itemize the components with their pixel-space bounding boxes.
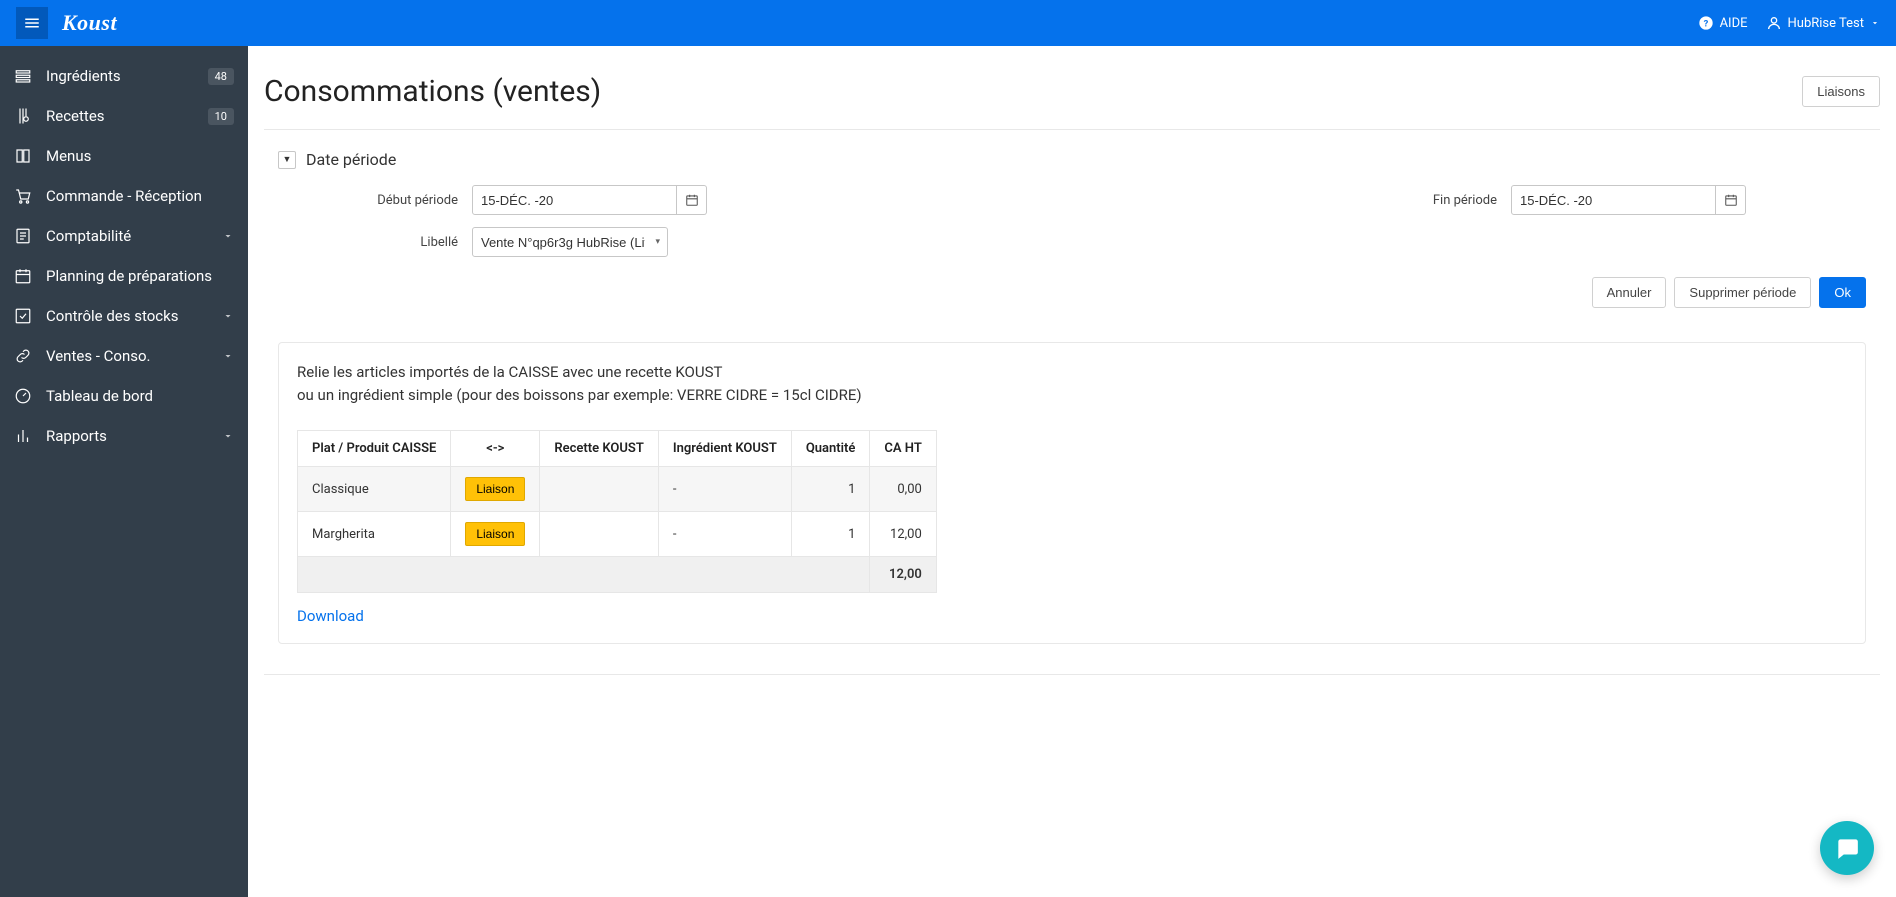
page-title: Consommations (ventes) [264, 74, 601, 109]
sidebar-item-label: Rapports [46, 427, 208, 445]
sidebar-item-comptabilite[interactable]: Comptabilité [0, 216, 248, 256]
fin-label: Fin période [1377, 193, 1497, 208]
cell-recette [540, 512, 658, 557]
logo: Koust [62, 10, 117, 36]
cell-plat: Classique [298, 467, 451, 512]
col-header-ca: CA HT [870, 431, 936, 467]
user-icon [1766, 15, 1782, 31]
libelle-label: Libellé [338, 235, 458, 250]
chat-fab[interactable] [1820, 821, 1874, 875]
sidebar-item-label: Recettes [46, 107, 194, 125]
debut-label: Début période [338, 193, 458, 208]
chevron-down-icon [222, 430, 234, 442]
cell-quantite: 1 [791, 512, 870, 557]
ok-button[interactable]: Ok [1819, 277, 1866, 308]
check-box-icon [14, 307, 32, 325]
user-menu[interactable]: HubRise Test [1766, 15, 1880, 31]
filter-section: ▼ Date période Début période [264, 150, 1880, 328]
fin-calendar-button[interactable] [1716, 185, 1746, 215]
sidebar-item-planning[interactable]: Planning de préparations [0, 256, 248, 296]
gauge-icon [14, 387, 32, 405]
libelle-select[interactable] [472, 227, 668, 257]
main-content: Consommations (ventes) Liaisons ▼ Date p… [248, 46, 1896, 897]
cart-icon [14, 187, 32, 205]
sidebar-item-ingredients[interactable]: Ingrédients 48 [0, 56, 248, 96]
reports-icon [14, 427, 32, 445]
calendar-icon [14, 267, 32, 285]
sidebar: Ingrédients 48 Recettes 10 Menus Command… [0, 46, 248, 897]
calendar-icon [685, 193, 699, 207]
sidebar-item-ventes[interactable]: Ventes - Conso. [0, 336, 248, 376]
content-card: Relie les articles importés de la CAISSE… [278, 342, 1866, 644]
liaison-button[interactable]: Liaison [465, 522, 525, 546]
filter-title: Date période [306, 150, 396, 169]
sidebar-item-label: Ingrédients [46, 67, 194, 85]
cell-recette [540, 467, 658, 512]
chevron-down-icon [1870, 18, 1880, 28]
cell-quantite: 1 [791, 467, 870, 512]
chevron-down-icon [222, 310, 234, 322]
cell-ingredient: - [658, 467, 791, 512]
link-icon [14, 347, 32, 365]
menus-icon [14, 147, 32, 165]
divider [264, 674, 1880, 675]
sidebar-item-label: Ventes - Conso. [46, 347, 208, 365]
intro-line-2: ou un ingrédient simple (pour des boisso… [297, 384, 1847, 407]
table-row: Margherita Liaison - 1 12,00 [298, 512, 937, 557]
col-header-quantite: Quantité [791, 431, 870, 467]
sidebar-item-label: Planning de préparations [46, 267, 234, 285]
col-header-plat: Plat / Produit CAISSE [298, 431, 451, 467]
cancel-button[interactable]: Annuler [1592, 277, 1667, 308]
col-header-recette: Recette KOUST [540, 431, 658, 467]
debut-calendar-button[interactable] [677, 185, 707, 215]
download-link[interactable]: Download [297, 607, 364, 625]
sidebar-item-dashboard[interactable]: Tableau de bord [0, 376, 248, 416]
sidebar-item-stocks[interactable]: Contrôle des stocks [0, 296, 248, 336]
debut-input[interactable] [472, 185, 677, 215]
sidebar-item-recettes[interactable]: Recettes 10 [0, 96, 248, 136]
cell-ca: 0,00 [870, 467, 936, 512]
chevron-down-icon [222, 350, 234, 362]
recipes-icon [14, 107, 32, 125]
sidebar-item-label: Comptabilité [46, 227, 208, 245]
chat-icon [1834, 835, 1860, 861]
svg-text:?: ? [1703, 18, 1708, 29]
cell-ca: 12,00 [870, 512, 936, 557]
collapse-toggle[interactable]: ▼ [278, 151, 296, 169]
ingredients-icon [14, 67, 32, 85]
total-ca: 12,00 [870, 557, 936, 593]
sidebar-badge: 10 [208, 108, 234, 125]
sidebar-item-menus[interactable]: Menus [0, 136, 248, 176]
linkage-table: Plat / Produit CAISSE <-> Recette KOUST … [297, 430, 937, 593]
sidebar-item-commande[interactable]: Commande - Réception [0, 176, 248, 216]
sidebar-item-label: Tableau de bord [46, 387, 234, 405]
liaison-button[interactable]: Liaison [465, 477, 525, 501]
help-label: AIDE [1720, 16, 1748, 31]
sidebar-item-label: Menus [46, 147, 234, 165]
sidebar-item-label: Contrôle des stocks [46, 307, 208, 325]
cell-plat: Margherita [298, 512, 451, 557]
sidebar-badge: 48 [208, 68, 234, 85]
chevron-down-icon [222, 230, 234, 242]
table-row: Classique Liaison - 1 0,00 [298, 467, 937, 512]
calendar-icon [1724, 193, 1738, 207]
accounting-icon [14, 227, 32, 245]
intro-line-1: Relie les articles importés de la CAISSE… [297, 361, 1847, 384]
menu-toggle-button[interactable] [16, 7, 48, 39]
user-name: HubRise Test [1788, 16, 1864, 31]
sidebar-item-label: Commande - Réception [46, 187, 234, 205]
help-link[interactable]: ? AIDE [1698, 15, 1748, 31]
help-icon: ? [1698, 15, 1714, 31]
col-header-ingredient: Ingrédient KOUST [658, 431, 791, 467]
col-header-link: <-> [451, 431, 540, 467]
liaisons-button[interactable]: Liaisons [1802, 76, 1880, 107]
sidebar-item-rapports[interactable]: Rapports [0, 416, 248, 456]
delete-period-button[interactable]: Supprimer période [1674, 277, 1811, 308]
topbar: Koust ? AIDE HubRise Test [0, 0, 1896, 46]
cell-ingredient: - [658, 512, 791, 557]
hamburger-icon [23, 14, 41, 32]
fin-input[interactable] [1511, 185, 1716, 215]
